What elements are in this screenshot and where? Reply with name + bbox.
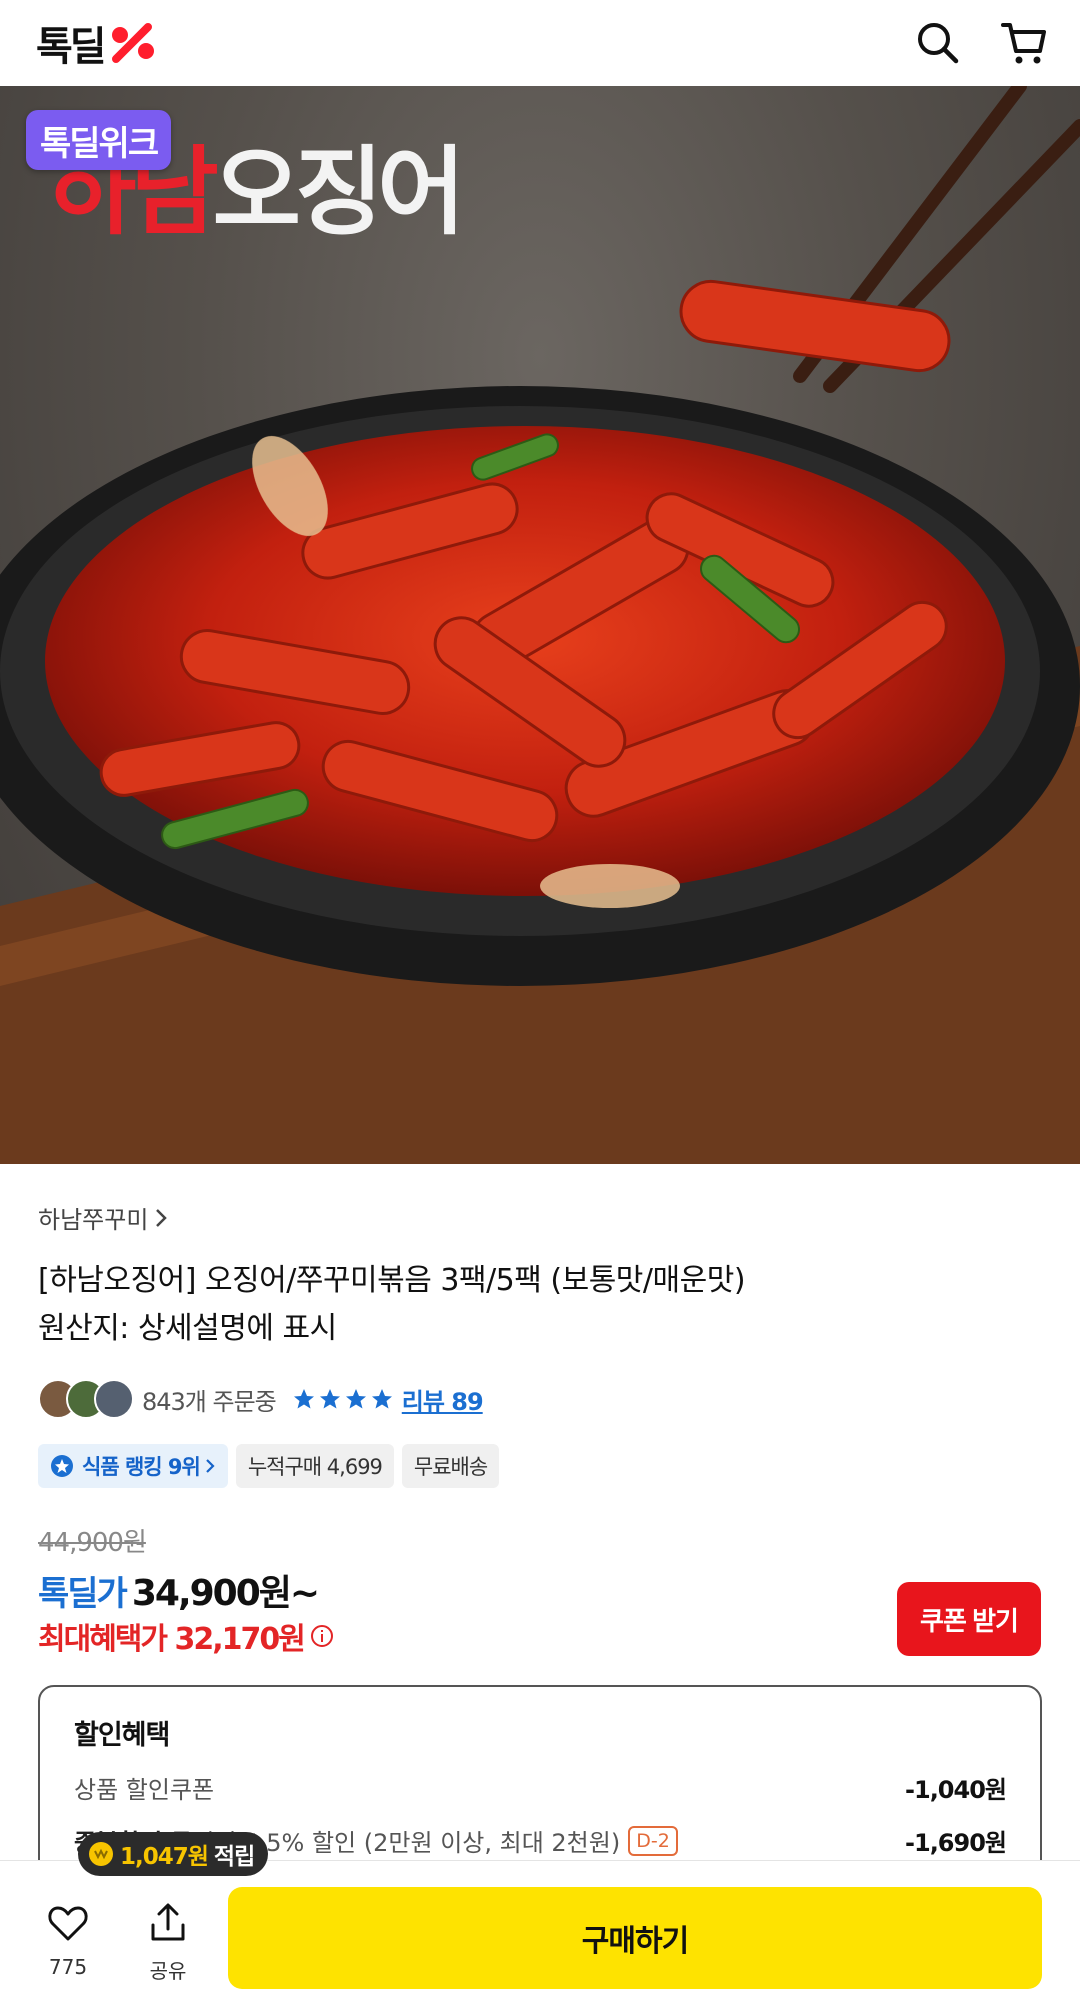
buyer-avatars <box>38 1379 134 1419</box>
max-benefit-row: 최대혜택가 32,170원 <box>38 1614 334 1658</box>
top-header: 톡딜 <box>0 0 1080 86</box>
dday-badge: D-2 <box>628 1825 678 1856</box>
coin-icon <box>89 1842 113 1866</box>
product-title: [하남오징어] 오징어/쭈꾸미볶음 3팩/5팩 (보통맛/매운맛) <box>38 1263 746 1298</box>
origin-text: 원산지: 상세설명에 표시 <box>38 1311 337 1346</box>
cumulative-chip: 누적구매 4,699 <box>235 1444 394 1488</box>
benefit-label: 상품 할인쿠폰 <box>74 1776 215 1804</box>
logo-text: 톡딜 <box>36 24 107 70</box>
heart-icon <box>48 1906 88 1941</box>
points-label: 적립 <box>213 1844 255 1870</box>
original-price: 44,900원 <box>38 1528 147 1558</box>
ranking-chip[interactable]: 식품 랭킹 9위 <box>38 1444 228 1488</box>
chevron-right-icon <box>206 1459 215 1473</box>
promo-badge: 톡딜위크 <box>26 110 172 170</box>
rating-stars <box>292 1387 394 1411</box>
star-icon <box>319 1389 340 1409</box>
star-icon <box>293 1389 314 1409</box>
ranking-text: 식품 랭킹 9위 <box>82 1455 201 1479</box>
like-count: 775 <box>48 1955 88 1979</box>
brand-name: 하남쭈꾸미 <box>38 1206 149 1234</box>
like-button[interactable]: 775 <box>28 1901 108 1979</box>
star-icon <box>371 1389 392 1409</box>
benefits-title: 할인혜택 <box>74 1720 170 1751</box>
avatar <box>94 1379 134 1419</box>
benefit-row: 상품 할인쿠폰 -1,040원 <box>74 1770 1007 1805</box>
deal-price-row: 톡딜가 34,900원~ <box>38 1564 320 1616</box>
share-icon <box>151 1903 185 1941</box>
product-chips: 식품 랭킹 9위 누적구매 4,699 무료배송 <box>38 1444 500 1488</box>
stats-row: 843개 주문중 리뷰 89 <box>38 1378 484 1420</box>
benefit-amount: -1,040원 <box>905 1776 1007 1804</box>
brand-link[interactable]: 하남쭈꾸미 <box>38 1200 1048 1235</box>
coupon-button[interactable]: 쿠폰 받기 <box>897 1582 1041 1656</box>
benefit-amount: -1,690원 <box>905 1829 1007 1857</box>
info-icon[interactable] <box>310 1624 334 1648</box>
buy-button[interactable]: 구매하기 <box>228 1887 1042 1989</box>
points-tooltip: 1,047원 적립 <box>78 1832 269 1876</box>
deal-label: 톡딜가 <box>38 1574 128 1614</box>
deal-price: 34,900원~ <box>131 1573 320 1614</box>
chevron-right-icon <box>156 1208 168 1227</box>
product-info: 하남쭈꾸미 [하남오징어] 오징어/쭈꾸미볶음 3팩/5팩 (보통맛/매운맛) … <box>38 1200 1048 1353</box>
order-count: 843개 주문중 <box>142 1387 277 1416</box>
ranking-badge-icon <box>51 1455 73 1477</box>
hero-title-white: 오징어 <box>212 136 466 248</box>
star-icon <box>345 1389 366 1409</box>
cart-icon[interactable] <box>1000 19 1048 67</box>
search-icon[interactable] <box>914 19 962 67</box>
bottom-action-bar: 775 공유 구매하기 <box>0 1860 1080 2012</box>
points-amount: 1,047원 <box>120 1844 209 1870</box>
percent-logo-icon <box>111 23 154 63</box>
review-link[interactable]: 리뷰 89 <box>402 1382 484 1417</box>
max-benefit-price: 최대혜택가 32,170원 <box>38 1622 306 1657</box>
logo[interactable]: 톡딜 <box>36 14 158 72</box>
shipping-chip: 무료배송 <box>401 1444 500 1488</box>
product-image[interactable]: 하남오징어 톡딜위크 <box>0 86 1080 1164</box>
share-button[interactable]: 공유 <box>128 1901 208 1984</box>
share-label: 공유 <box>149 1959 187 1983</box>
